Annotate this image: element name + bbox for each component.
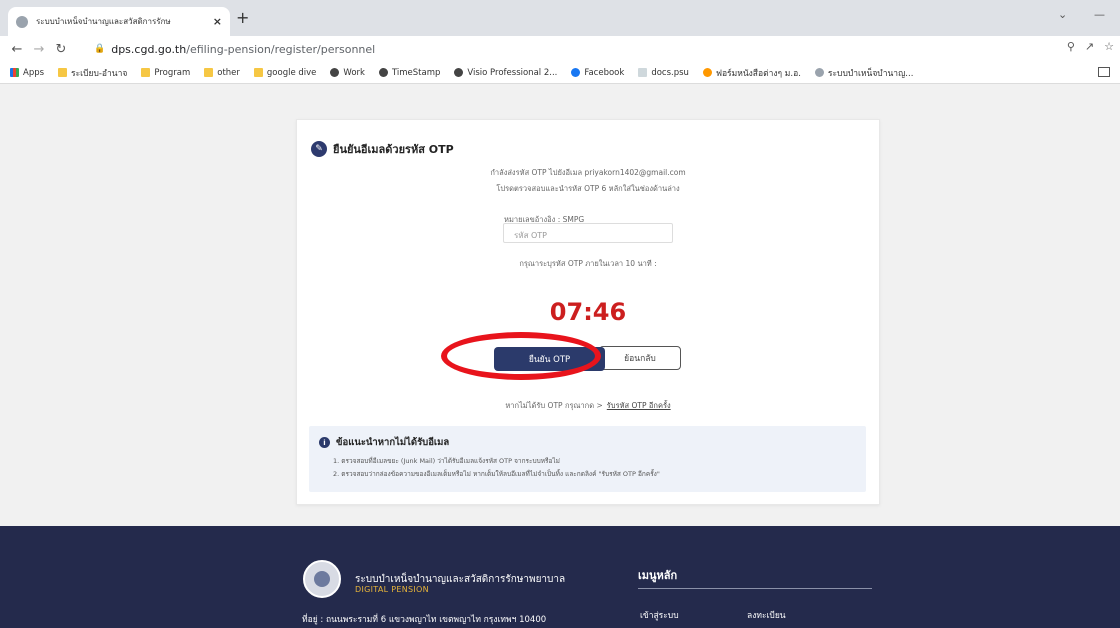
- lock-icon: 🔒: [94, 44, 106, 54]
- browser-toolbar: ← → ↻ 🔒 dps.cgd.go.th/efiling-pension/re…: [0, 36, 1120, 62]
- forward-arrow-icon[interactable]: →: [28, 42, 50, 57]
- reload-icon[interactable]: ↻: [50, 42, 72, 57]
- bookmark-link[interactable]: Work: [330, 68, 365, 78]
- tab-strip: ระบบบำเหน็จบำนาญและสวัสดิการรักษ × + ⌄ —: [0, 0, 1120, 36]
- page-title: ยืนยันอีเมลด้วยรหัส OTP: [333, 143, 454, 156]
- otp-card: ✎ ยืนยันอีเมลด้วยรหัส OTP กำลังส่งรหัส O…: [296, 119, 880, 505]
- countdown-timer: 07:46: [549, 298, 627, 326]
- doc-icon: [638, 68, 648, 77]
- advice-title: ข้อแนะนำหากไม่ได้รับอีเมล: [336, 437, 450, 448]
- folder-icon: [58, 68, 68, 77]
- globe-icon: [454, 68, 464, 77]
- site-favicon-icon: [16, 15, 28, 28]
- bookmark-link[interactable]: TimeStamp: [378, 68, 440, 78]
- footer-divider: [638, 588, 872, 589]
- footer-register-link[interactable]: ลงทะเบียน: [747, 608, 786, 622]
- apps-grid-icon: [10, 68, 19, 77]
- otp-instruction-text: โปรดตรวจสอบและนำรหัส OTP 6 หลักใส่ในช่อง…: [496, 184, 680, 193]
- bookmark-folder[interactable]: other: [204, 68, 240, 78]
- share-icon[interactable]: ↗: [1085, 40, 1094, 53]
- globe-icon: [378, 68, 388, 77]
- site-icon: [814, 68, 824, 77]
- bookmark-star-icon[interactable]: ☆: [1104, 40, 1114, 53]
- advice-item: 2. ตรวจสอบว่ากล่องข้อความของอีเมลเต็มหรื…: [333, 470, 660, 478]
- org-address: ที่อยู่ : ถนนพระรามที่ 6 แขวงพญาไท เขตพญ…: [302, 615, 547, 625]
- folder-icon: [204, 68, 214, 77]
- globe-icon: [330, 68, 340, 77]
- resend-row: หากไม่ได้รับ OTP กรุณากด > รับรหัส OTP อี…: [297, 400, 879, 412]
- tab-close-icon[interactable]: ×: [213, 15, 222, 28]
- bookmark-folder[interactable]: ระเบียบ-อำนาจ: [58, 66, 127, 80]
- folder-icon: [253, 68, 263, 77]
- bookmark-apps[interactable]: Apps: [10, 68, 44, 78]
- org-subtitle: DIGITAL PENSION: [355, 585, 429, 594]
- restore-icon[interactable]: —: [1094, 8, 1105, 21]
- otp-input[interactable]: รหัส OTP: [503, 223, 673, 243]
- org-logo-icon: [303, 560, 341, 598]
- bookmark-link[interactable]: ระบบบำเหน็จบำนาญ...: [814, 66, 913, 80]
- footer-menu-title: เมนูหลัก: [638, 569, 678, 582]
- minimize-icon[interactable]: ⌄: [1058, 8, 1067, 21]
- back-button[interactable]: ย้อนกลับ: [599, 346, 681, 370]
- resend-prefix: หากไม่ได้รับ OTP กรุณากด >: [505, 401, 603, 410]
- new-tab-button[interactable]: +: [236, 10, 249, 26]
- facebook-icon: [571, 68, 581, 77]
- address-bar[interactable]: 🔒 dps.cgd.go.th/efiling-pension/register…: [94, 38, 1050, 60]
- back-arrow-icon[interactable]: ←: [6, 42, 28, 57]
- reading-list-icon[interactable]: [1098, 67, 1110, 77]
- footer-login-link[interactable]: เข้าสู่ระบบ: [640, 608, 679, 622]
- psu-icon: [702, 68, 712, 77]
- resend-otp-link[interactable]: รับรหัส OTP อีกครั้ง: [607, 401, 671, 410]
- pencil-icon: ✎: [311, 141, 327, 157]
- bookmark-link[interactable]: Facebook: [571, 68, 624, 78]
- bookmark-link[interactable]: docs.psu: [638, 68, 689, 78]
- advice-item: 1. ตรวจสอบที่อีเมลขยะ (Junk Mail) ว่าได้…: [333, 457, 560, 465]
- browser-tab[interactable]: ระบบบำเหน็จบำนาญและสวัสดิการรักษ ×: [8, 7, 230, 36]
- confirm-otp-button[interactable]: ยืนยัน OTP: [494, 347, 605, 371]
- tab-title: ระบบบำเหน็จบำนาญและสวัสดิการรักษ: [36, 17, 171, 26]
- bookmark-link[interactable]: Visio Professional 2...: [454, 68, 557, 78]
- zoom-icon[interactable]: ⚲: [1067, 40, 1075, 53]
- bookmark-link[interactable]: ฟอร์มหนังสือต่างๆ ม.อ.: [702, 66, 801, 80]
- folder-icon: [141, 68, 151, 77]
- url-text: dps.cgd.go.th/efiling-pension/register/p…: [111, 42, 376, 56]
- info-icon: i: [319, 437, 330, 448]
- site-footer: ระบบบำเหน็จบำนาญและสวัสดิการรักษาพยาบาล …: [0, 526, 1120, 628]
- card-header: ✎ ยืนยันอีเมลด้วยรหัส OTP: [311, 140, 454, 158]
- bookmarks-bar: Apps ระเบียบ-อำนาจ Program other google …: [0, 62, 1120, 84]
- bookmark-folder[interactable]: Program: [141, 68, 190, 78]
- time-hint: กรุณาระบุรหัส OTP ภายในเวลา 10 นาที :: [519, 259, 657, 268]
- bookmark-folder[interactable]: google dive: [253, 68, 316, 78]
- otp-sent-text: กำลังส่งรหัส OTP ไปยังอีเมล priyakorn140…: [490, 168, 686, 177]
- advice-box: i ข้อแนะนำหากไม่ได้รับอีเมล 1. ตรวจสอบที…: [309, 426, 866, 492]
